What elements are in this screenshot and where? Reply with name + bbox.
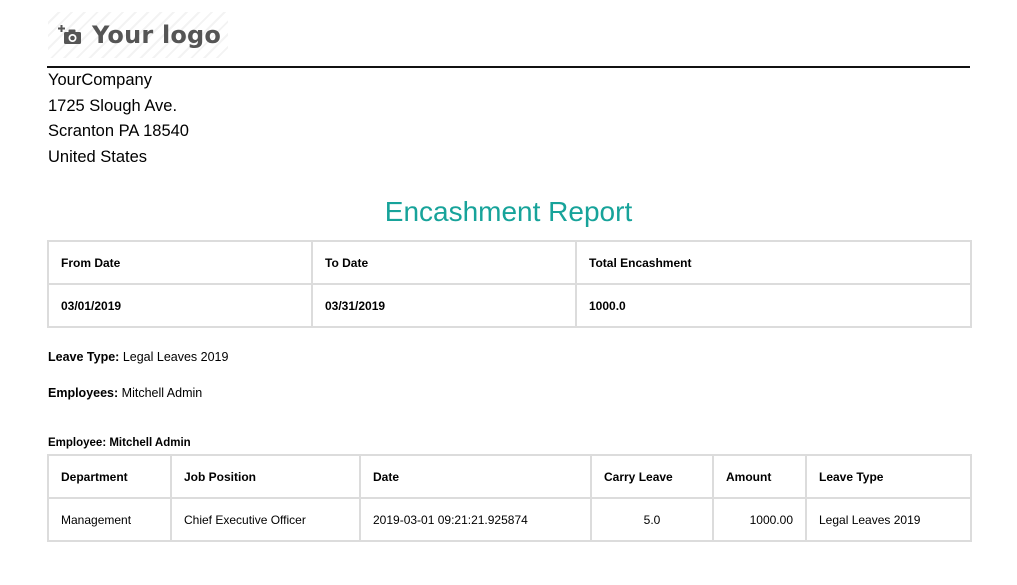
leave-type-value: Legal Leaves 2019 <box>122 350 229 364</box>
summary-value-row: 03/01/2019 03/31/2019 1000.0 <box>47 283 972 328</box>
carry-leave-cell: 5.0 <box>590 497 714 542</box>
employees-label: Employees: <box>48 386 119 400</box>
from-date-header: From Date <box>47 240 313 285</box>
carry-leave-header: Carry Leave <box>590 454 714 499</box>
date-cell: 2019-03-01 09:21:21.925874 <box>359 497 592 542</box>
employees-line: Employees: Mitchell Admin <box>48 386 202 400</box>
employees-value: Mitchell Admin <box>121 386 203 400</box>
table-header-row: Department Job Position Date Carry Leave… <box>47 454 972 499</box>
summary-table: From Date To Date Total Encashment 03/01… <box>47 240 972 328</box>
department-header: Department <box>47 454 172 499</box>
leave-type-line: Leave Type: Legal Leaves 2019 <box>48 350 228 364</box>
table-row: Management Chief Executive Officer 2019-… <box>47 497 972 542</box>
company-address: YourCompany 1725 Slough Ave. Scranton PA… <box>48 68 189 171</box>
to-date-header: To Date <box>311 240 577 285</box>
department-cell: Management <box>47 497 172 542</box>
company-city-line: Scranton PA 18540 <box>48 122 189 141</box>
from-date-value: 03/01/2019 <box>47 283 313 328</box>
company-street: 1725 Slough Ave. <box>48 96 178 115</box>
total-encashment-value: 1000.0 <box>575 283 972 328</box>
logo-text: Your logo <box>92 21 222 49</box>
total-encashment-header: Total Encashment <box>575 240 972 285</box>
company-country: United States <box>48 148 148 167</box>
company-name: YourCompany <box>48 71 152 89</box>
job-position-header: Job Position <box>170 454 361 499</box>
leave-type-label: Leave Type: <box>48 350 120 364</box>
employee-heading: Employee: Mitchell Admin <box>48 437 191 449</box>
employee-leave-table: Department Job Position Date Carry Leave… <box>47 454 972 542</box>
date-header: Date <box>359 454 592 499</box>
leave-type-cell: Legal Leaves 2019 <box>805 497 972 542</box>
amount-cell: 1000.00 <box>712 497 807 542</box>
report-title: Encashment Report <box>384 196 633 227</box>
camera-plus-icon <box>58 25 81 44</box>
job-position-cell: Chief Executive Officer <box>170 497 361 542</box>
leave-type-header: Leave Type <box>805 454 972 499</box>
summary-header-row: From Date To Date Total Encashment <box>47 240 972 285</box>
amount-header: Amount <box>712 454 807 499</box>
to-date-value: 03/31/2019 <box>311 283 577 328</box>
company-logo: Your logo <box>48 12 228 58</box>
